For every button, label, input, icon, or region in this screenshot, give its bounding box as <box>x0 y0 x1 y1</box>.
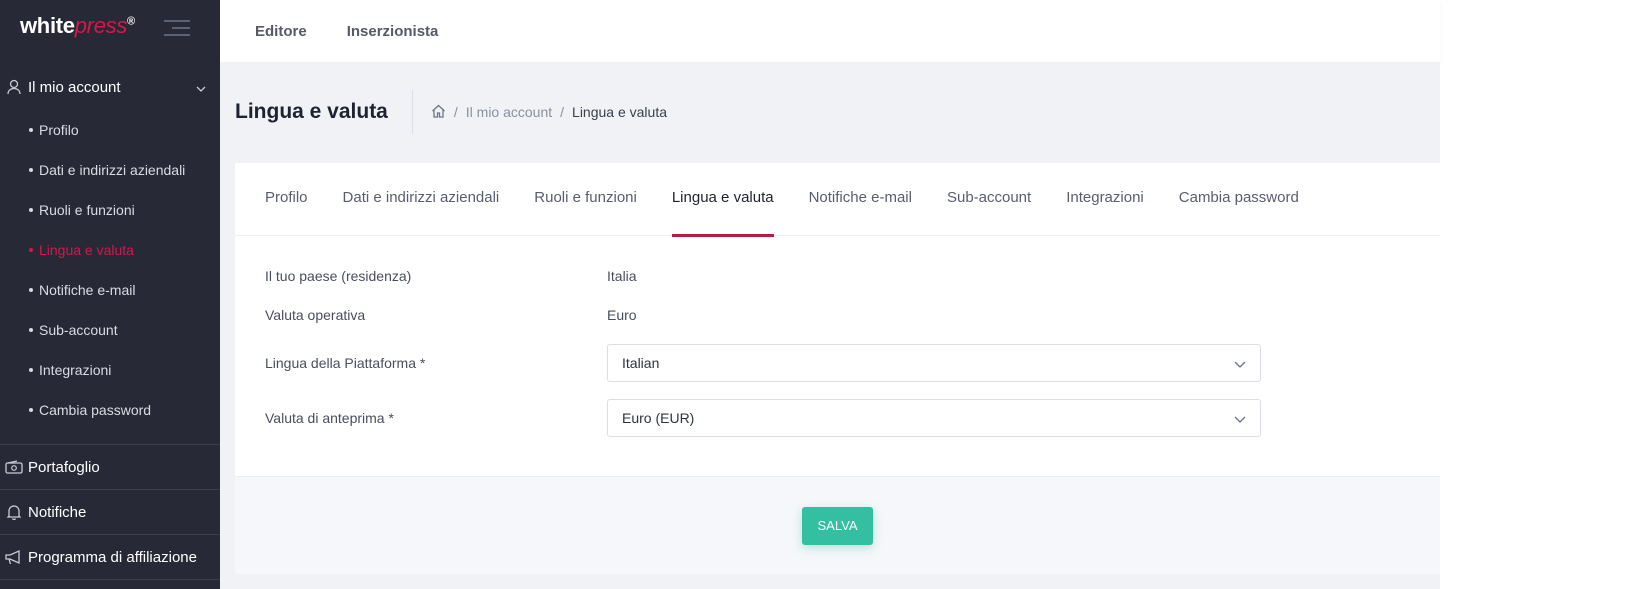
logo-accent: press <box>74 13 128 38</box>
sidebar-item-integrazioni[interactable]: Integrazioni <box>0 350 220 390</box>
chevron-down-icon <box>1234 355 1246 371</box>
bullet-icon <box>29 128 33 132</box>
sidebar-item-label: Notifiche e-mail <box>39 282 136 298</box>
bullet-icon <box>29 248 33 252</box>
bell-icon <box>4 503 24 521</box>
breadcrumb-separator: / <box>453 104 458 120</box>
tab-ruoli[interactable]: Ruoli e funzioni <box>534 163 637 236</box>
sidebar-item-profilo[interactable]: Profilo <box>0 110 220 150</box>
sidebar-item-label: Dati e indirizzi aziendali <box>39 162 186 178</box>
card-footer: SALVA <box>235 476 1440 574</box>
tab-notifiche[interactable]: Notifiche e-mail <box>809 163 912 236</box>
preview-currency-label: Valuta di anteprima * <box>265 410 394 426</box>
preview-currency-row: Valuta di anteprima * Euro (EUR) <box>265 399 1261 437</box>
preview-currency-value: Euro (EUR) <box>622 410 695 426</box>
tab-lingua-valuta[interactable]: Lingua e valuta <box>671 163 774 237</box>
currency-row: Valuta operativa Euro <box>265 307 637 323</box>
language-label: Lingua della Piattaforma * <box>265 355 426 371</box>
sidebar-item-cambia-password[interactable]: Cambia password <box>0 390 220 430</box>
tab-profilo[interactable]: Profilo <box>265 163 308 236</box>
logo-main: white <box>20 13 75 38</box>
breadcrumb: / Il mio account / Lingua e valuta <box>431 104 667 121</box>
sidebar-item-notifiche-email[interactable]: Notifiche e-mail <box>0 270 220 310</box>
sidebar-item-label: Ruoli e funzioni <box>39 202 135 218</box>
sidebar-item-label: Profilo <box>39 122 79 138</box>
country-label: Il tuo paese (residenza) <box>265 268 412 284</box>
page-title: Lingua e valuta <box>235 100 388 123</box>
preview-currency-select[interactable]: Euro (EUR) <box>607 399 1261 437</box>
user-icon <box>4 78 24 96</box>
language-select-value: Italian <box>622 355 660 371</box>
tab-sub-account[interactable]: Sub-account <box>947 163 1031 236</box>
sidebar-item-account[interactable]: Il mio account <box>0 72 220 102</box>
sidebar-sub-items: Profilo Dati e indirizzi aziendali Ruoli… <box>0 110 220 430</box>
sidebar-group-title: Il mio account <box>28 78 121 96</box>
currency-value: Euro <box>607 307 637 323</box>
top-bar: Editore Inserzionista <box>220 0 1440 62</box>
tab-bar: Profilo Dati e indirizzi aziendali Ruoli… <box>235 163 1440 237</box>
settings-card: Profilo Dati e indirizzi aziendali Ruoli… <box>235 163 1440 574</box>
subheader: Lingua e valuta / Il mio account / Lingu… <box>220 62 1440 162</box>
tab-dati-aziendali[interactable]: Dati e indirizzi aziendali <box>343 163 500 236</box>
sidebar-item-label: Integrazioni <box>39 362 112 378</box>
home-icon[interactable] <box>431 104 446 121</box>
wallet-icon <box>4 458 24 476</box>
bullet-icon <box>29 408 33 412</box>
sidebar-item-notifiche[interactable]: Notifiche <box>0 490 220 535</box>
save-button[interactable]: SALVA <box>802 506 873 545</box>
breadcrumb-parent[interactable]: Il mio account <box>466 104 552 120</box>
sidebar-item-portafoglio[interactable]: Portafoglio <box>0 445 220 490</box>
currency-label: Valuta operativa <box>265 307 366 323</box>
tab-integrazioni[interactable]: Integrazioni <box>1066 163 1144 236</box>
sidebar-item-label: Lingua e valuta <box>39 242 134 258</box>
logo-bar: whitepress® <box>0 0 220 52</box>
chevron-down-icon <box>1234 410 1246 426</box>
tab-cambia-password[interactable]: Cambia password <box>1179 163 1299 236</box>
sidebar-item-label: Notifiche <box>28 503 87 521</box>
chevron-down-icon[interactable] <box>196 79 206 96</box>
sidebar-item-dati[interactable]: Dati e indirizzi aziendali <box>0 150 220 190</box>
menu-toggle-icon[interactable] <box>164 20 190 36</box>
logo-mark: ® <box>127 15 135 28</box>
top-link-inserzionista[interactable]: Inserzionista <box>347 23 439 40</box>
bullet-icon <box>29 208 33 212</box>
settings-form: Il tuo paese (residenza) Italia Valuta o… <box>235 236 1440 476</box>
language-select[interactable]: Italian <box>607 344 1261 382</box>
sidebar-item-label: Sub-account <box>39 322 118 338</box>
sidebar-item-lingua[interactable]: Lingua e valuta <box>0 230 220 270</box>
bullet-icon <box>29 288 33 292</box>
sidebar-item-sub-account[interactable]: Sub-account <box>0 310 220 350</box>
nav-group-account: Il mio account Profilo Dati e indirizzi … <box>0 52 220 445</box>
logo[interactable]: whitepress® <box>20 13 135 39</box>
breadcrumb-current: Lingua e valuta <box>572 104 667 120</box>
subheader-divider <box>411 90 413 134</box>
sidebar-item-label: Programma di affiliazione <box>28 548 197 566</box>
country-row: Il tuo paese (residenza) Italia <box>265 268 637 284</box>
country-value: Italia <box>607 268 637 284</box>
sidebar: whitepress® Il mio account Profilo Dati … <box>0 0 220 589</box>
bullet-icon <box>29 328 33 332</box>
main-content: Lingua e valuta / Il mio account / Lingu… <box>220 62 1440 589</box>
language-row: Lingua della Piattaforma * Italian <box>265 344 1261 382</box>
breadcrumb-separator: / <box>560 104 565 120</box>
bullet-icon <box>29 368 33 372</box>
sidebar-item-label: Portafoglio <box>28 458 100 476</box>
sidebar-item-ruoli[interactable]: Ruoli e funzioni <box>0 190 220 230</box>
bullet-icon <box>29 168 33 172</box>
megaphone-icon <box>4 548 24 566</box>
top-link-editore[interactable]: Editore <box>255 23 307 40</box>
sidebar-item-label: Cambia password <box>39 402 152 418</box>
sidebar-item-affiliazione[interactable]: Programma di affiliazione <box>0 535 220 580</box>
